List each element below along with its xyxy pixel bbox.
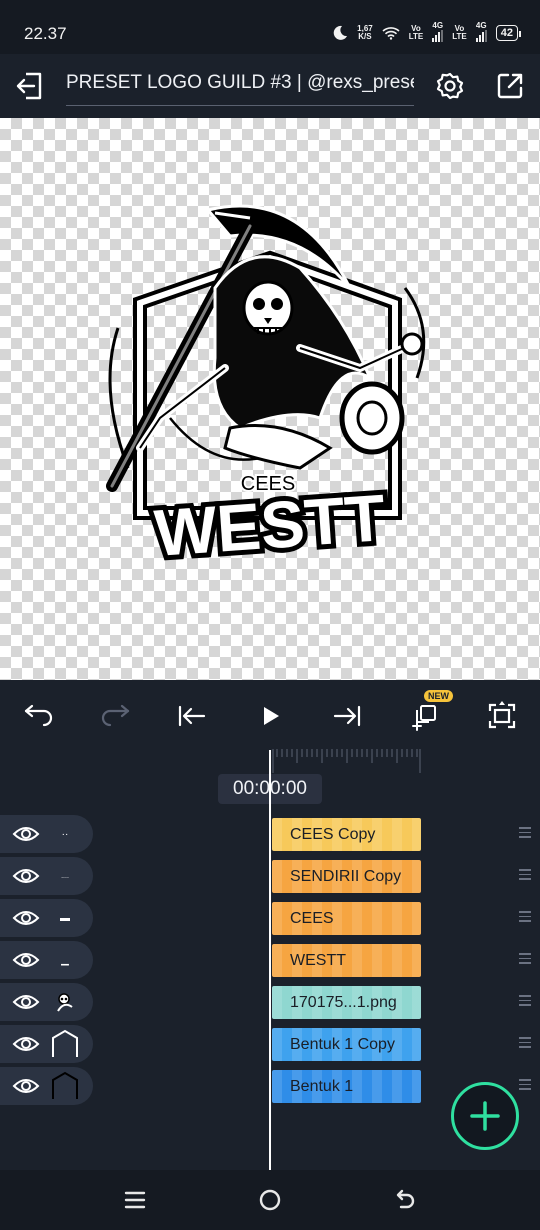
redo-button[interactable] — [94, 694, 138, 738]
layer-thumbnail: ▁ — [48, 945, 82, 975]
undo-button[interactable] — [16, 694, 60, 738]
drag-handle-icon[interactable] — [519, 827, 531, 841]
app-header: PRESET LOGO GUILD #3 | @rexs_preset — [0, 54, 540, 118]
undo-icon — [24, 704, 53, 727]
layer-thumbnail: ▬ — [48, 903, 82, 933]
visibility-eye-icon[interactable] — [12, 950, 40, 970]
image-thumbnail-icon — [57, 993, 73, 1012]
drag-handle-icon[interactable] — [519, 995, 531, 1009]
layer-clip[interactable]: WESTT — [272, 944, 421, 977]
share-external-icon — [497, 73, 523, 99]
layer-controls[interactable] — [0, 983, 93, 1021]
drag-handle-icon[interactable] — [519, 869, 531, 883]
play-button[interactable] — [248, 694, 292, 738]
plus-icon — [470, 1101, 500, 1131]
visibility-eye-icon[interactable] — [12, 824, 40, 844]
sim2-signal: 4G — [475, 21, 487, 44]
shape-thumbnail-icon — [52, 1029, 78, 1057]
recent-apps-button[interactable] — [119, 1184, 151, 1216]
text-thumbnail: ▁ — [61, 954, 69, 966]
shape-thumbnail-icon — [52, 1071, 78, 1099]
sim1-signal: 4G — [432, 21, 444, 44]
jump-to-end-button[interactable] — [325, 694, 369, 738]
layer-thumbnail: .... — [48, 861, 82, 891]
sim1-net: 4G — [432, 21, 444, 30]
text-thumbnail: ·· — [61, 828, 69, 840]
redo-icon — [101, 704, 130, 727]
menu-lines-icon — [124, 1191, 146, 1209]
visibility-eye-icon[interactable] — [12, 992, 40, 1012]
layer-controls[interactable] — [0, 1025, 93, 1063]
skip-end-icon — [333, 705, 361, 727]
layer-controls[interactable] — [0, 1067, 93, 1105]
layer-clip[interactable]: SENDIRII Copy — [272, 860, 421, 893]
battery-indicator: 42 — [495, 25, 522, 41]
preview-canvas[interactable]: CEES WESTT — [0, 118, 540, 680]
sim1-lte: LTE — [408, 32, 424, 41]
skip-start-icon — [178, 705, 206, 727]
signal-icon — [432, 30, 444, 42]
status-icons: 1,67 K/S Vo LTE 4G Vo LTE 4G 42 — [332, 21, 522, 44]
time-ruler[interactable] — [272, 749, 422, 773]
layers-add-icon — [412, 705, 436, 731]
layer-controls[interactable]: ·· — [0, 815, 93, 853]
layer-thumbnail — [48, 1029, 82, 1059]
signal-icon — [475, 30, 487, 42]
sim2-net: 4G — [475, 21, 487, 30]
layer-controls[interactable]: ▬ — [0, 899, 93, 937]
status-time: 22.37 — [24, 24, 67, 43]
exit-button[interactable] — [12, 68, 48, 104]
sim2-volte: Vo LTE — [452, 25, 467, 41]
sim1-volte: Vo LTE — [409, 25, 424, 41]
layer-thumbnail: ·· — [48, 819, 82, 849]
layer-thumbnail — [48, 1071, 82, 1101]
moon-icon — [333, 25, 348, 40]
home-circle-icon — [259, 1189, 281, 1211]
text-thumbnail: ▬ — [60, 912, 70, 924]
back-arrow-icon — [396, 1189, 415, 1209]
add-element-button[interactable] — [451, 1082, 519, 1150]
export-button[interactable] — [492, 68, 528, 104]
exit-icon — [16, 72, 42, 100]
project-title-field[interactable]: PRESET LOGO GUILD #3 | @rexs_preset — [66, 72, 414, 106]
speed-unit: K/S — [358, 32, 372, 41]
layer-thumbnail — [48, 987, 82, 1017]
layer-clip[interactable]: Bentuk 1 Copy — [272, 1028, 421, 1061]
new-badge: NEW — [424, 690, 453, 702]
layer-clip[interactable]: Bentuk 1 — [272, 1070, 421, 1103]
drag-handle-icon[interactable] — [519, 1037, 531, 1051]
logo-big-text: WESTT — [152, 480, 388, 570]
logo-artwork: CEES WESTT — [106, 204, 426, 575]
visibility-eye-icon[interactable] — [12, 866, 40, 886]
network-speed: 1,67 K/S — [357, 25, 373, 41]
wifi-icon — [382, 27, 400, 40]
home-button[interactable] — [254, 1184, 286, 1216]
sim2-lte: LTE — [452, 32, 467, 41]
drag-handle-icon[interactable] — [519, 1079, 531, 1093]
gear-icon — [436, 72, 464, 100]
layer-controls[interactable]: .... — [0, 857, 93, 895]
drag-handle-icon[interactable] — [519, 953, 531, 967]
layer-clip[interactable]: CEES Copy — [272, 818, 421, 851]
layer-clip[interactable]: CEES — [272, 902, 421, 935]
text-thumbnail: .... — [61, 872, 69, 880]
fit-screen-button[interactable] — [480, 694, 524, 738]
system-nav-bar — [0, 1170, 540, 1230]
back-button[interactable] — [389, 1184, 421, 1216]
jump-to-start-button[interactable] — [170, 694, 214, 738]
layer-clip[interactable]: 170175...1.png — [272, 986, 421, 1019]
playback-controls — [0, 680, 540, 752]
playhead[interactable] — [269, 750, 271, 1170]
layer-controls[interactable]: ▁ — [0, 941, 93, 979]
play-icon — [264, 707, 279, 725]
visibility-eye-icon[interactable] — [12, 1034, 40, 1054]
visibility-eye-icon[interactable] — [12, 908, 40, 928]
visibility-eye-icon[interactable] — [12, 1076, 40, 1096]
status-bar: 22.37 1,67 K/S Vo LTE 4G Vo LTE 4G 42 — [0, 0, 540, 54]
drag-handle-icon[interactable] — [519, 911, 531, 925]
fullscreen-icon — [488, 701, 516, 729]
settings-button[interactable] — [432, 68, 468, 104]
